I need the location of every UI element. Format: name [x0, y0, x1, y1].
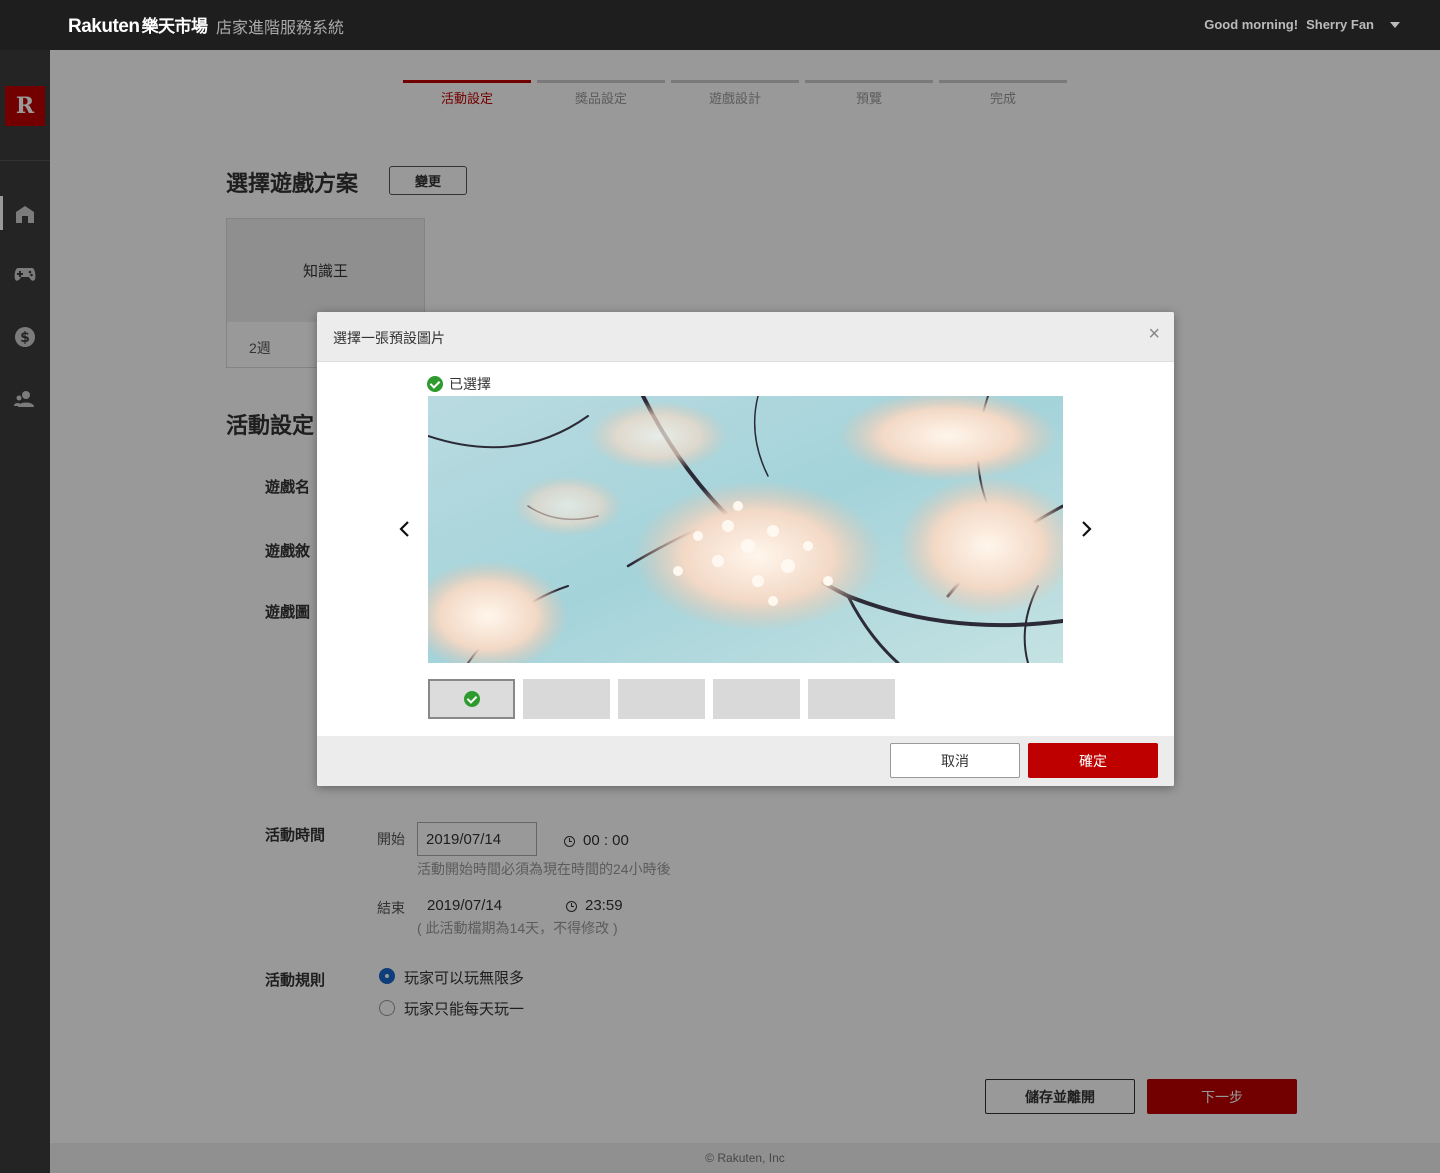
check-circle-icon [463, 691, 480, 707]
rakuten-logo[interactable]: Rakuten 樂天市場 [68, 12, 208, 38]
prev-image-button[interactable] [394, 517, 414, 541]
confirm-button[interactable]: 確定 [1028, 743, 1158, 778]
cherry-blossom-image [428, 396, 1063, 663]
chevron-right-icon [1082, 521, 1092, 537]
brand-name-cn: 樂天市場 [141, 17, 208, 36]
thumbnail-4[interactable] [713, 679, 800, 719]
chevron-left-icon [399, 521, 409, 537]
select-image-modal: 選擇一張預設圖片 × 已選擇 取消 確定 [317, 312, 1174, 786]
modal-footer: 取消 確定 [317, 736, 1174, 786]
thumbnail-5[interactable] [808, 679, 895, 719]
user-menu[interactable]: Good morning! Sherry Fan [1204, 17, 1400, 32]
greeting-text: Good morning! [1204, 17, 1299, 32]
modal-title: 選擇一張預設圖片 [333, 330, 445, 346]
thumbnail-2[interactable] [523, 679, 610, 719]
thumbnail-strip [428, 679, 895, 719]
next-image-button[interactable] [1077, 517, 1097, 541]
thumbnail-3[interactable] [618, 679, 705, 719]
modal-header: 選擇一張預設圖片 × [317, 312, 1174, 362]
user-name: Sherry Fan [1306, 17, 1374, 32]
close-icon[interactable]: × [1148, 324, 1160, 344]
system-title: 店家進階服務系統 [216, 20, 345, 37]
top-bar: Rakuten 樂天市場 店家進階服務系統 Good morning! Sherr… [0, 0, 1440, 50]
cancel-button[interactable]: 取消 [890, 743, 1020, 778]
selected-tag-label: 已選擇 [449, 376, 491, 392]
brand-name: Rakuten [68, 16, 140, 37]
chevron-down-icon [1390, 21, 1400, 28]
thumbnail-1[interactable] [428, 679, 515, 719]
check-circle-icon [427, 376, 443, 392]
selected-indicator: 已選擇 [427, 374, 491, 394]
preview-image [428, 396, 1063, 663]
